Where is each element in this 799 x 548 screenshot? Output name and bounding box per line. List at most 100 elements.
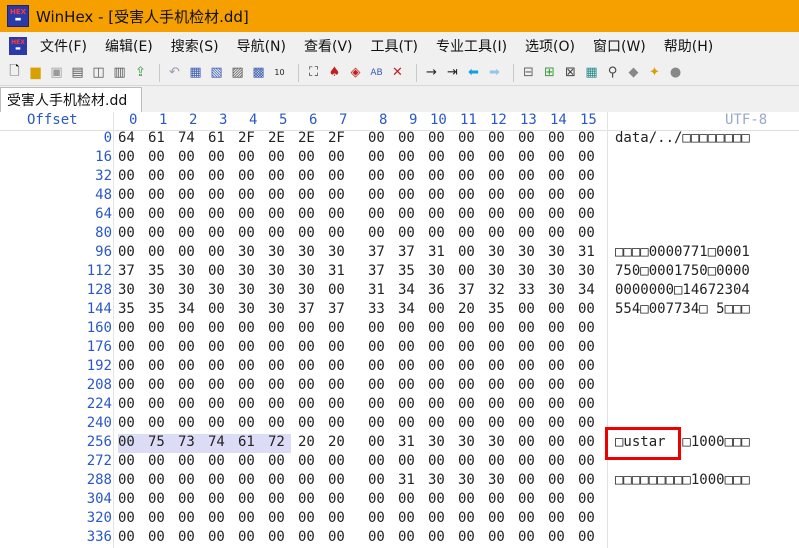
hex-row[interactable]: 48 00 00 00 00 00 00 00 00 00 00 00 00 00 00 00 00 [0,187,799,206]
hex-byte[interactable]: 31 [398,472,415,488]
hex-row[interactable]: 128 30 30 30 30 30 30 30 00 31 34 36 37 32 33 30 34 00000… [0,282,799,301]
hex-byte[interactable]: 31 [578,244,595,260]
hex-byte[interactable]: 00 [548,434,565,450]
hex-byte[interactable]: 00 [178,187,195,203]
hex-byte[interactable]: 30 [328,244,345,260]
hex-search-icon[interactable]: ✕ [389,64,406,81]
hex-byte[interactable]: 30 [268,244,285,260]
winhex-app-icon[interactable]: HEX ▬ [7,5,29,27]
hex-byte[interactable]: 00 [578,510,595,526]
hex-byte[interactable]: 00 [368,415,385,431]
hex-byte[interactable]: 00 [458,206,475,222]
hex-byte[interactable]: 00 [368,149,385,165]
hex-byte[interactable]: 35 [488,301,505,317]
hex-row[interactable]: 16 00 00 00 00 00 00 00 00 00 00 00 00 00 00 00 00 [0,149,799,168]
hex-byte[interactable]: 00 [328,491,345,507]
hex-byte[interactable]: 00 [548,472,565,488]
hex-byte[interactable]: 00 [548,415,565,431]
hex-byte[interactable]: 00 [208,168,225,184]
menu-file[interactable]: 文件(F) [31,36,96,56]
hex-byte[interactable]: 00 [458,187,475,203]
goto-sector-icon[interactable]: ⇥ [444,64,461,81]
hex-byte[interactable]: 32 [488,282,505,298]
hex-byte[interactable]: 00 [178,320,195,336]
hex-row[interactable]: 336 00 00 00 00 00 00 00 00 00 00 00 00 00 00 00 00 [0,529,799,548]
hex-row[interactable]: 320 00 00 00 00 00 00 00 00 00 00 00 00 00 00 00 00 [0,510,799,529]
hex-byte[interactable]: 30 [488,263,505,279]
hex-byte[interactable]: 30 [238,244,255,260]
hex-byte[interactable]: 00 [458,149,475,165]
hex-byte[interactable]: 00 [488,320,505,336]
hex-byte[interactable]: 00 [118,472,135,488]
hex-byte[interactable]: 20 [458,301,475,317]
hex-byte[interactable]: 00 [398,453,415,469]
hex-byte[interactable]: 34 [398,282,415,298]
disk-tool-icon[interactable]: ⊠ [562,64,579,81]
hex-byte[interactable]: 00 [208,377,225,393]
find-text-icon[interactable]: ⛶ [305,64,322,81]
hex-byte[interactable]: 00 [578,130,595,146]
hex-byte[interactable]: 00 [518,415,535,431]
hex-byte[interactable]: 00 [368,377,385,393]
print-icon[interactable]: ▤ [69,64,86,81]
hex-byte[interactable]: 00 [208,301,225,317]
hex-byte[interactable]: 00 [208,206,225,222]
hex-byte[interactable]: 00 [328,149,345,165]
hex-byte[interactable]: 30 [238,282,255,298]
hex-byte[interactable]: 00 [298,491,315,507]
hex-byte[interactable]: 00 [208,244,225,260]
hex-byte[interactable]: 00 [488,206,505,222]
new-file-icon[interactable]: 🗋 [6,64,23,81]
hex-byte[interactable]: 30 [238,301,255,317]
replace-hex-icon[interactable]: AB [368,64,385,81]
hex-byte[interactable]: 00 [398,491,415,507]
hex-byte[interactable]: 00 [178,529,195,545]
hex-byte[interactable]: 30 [428,263,445,279]
hex-byte[interactable]: 00 [178,339,195,355]
hex-byte[interactable]: 00 [328,472,345,488]
hex-byte[interactable]: 00 [518,301,535,317]
hex-byte[interactable]: 00 [368,168,385,184]
text-column[interactable]: □□□□□□□□□1000□□□ [615,472,750,488]
hex-byte[interactable]: 00 [368,453,385,469]
hex-byte[interactable]: 00 [548,339,565,355]
hex-byte[interactable]: 00 [398,510,415,526]
hex-byte[interactable]: 00 [118,168,135,184]
hex-byte[interactable]: 00 [488,510,505,526]
hex-byte[interactable]: 00 [488,396,505,412]
hex-byte[interactable]: 00 [368,339,385,355]
hex-byte[interactable]: 00 [398,415,415,431]
hex-byte[interactable]: 00 [428,187,445,203]
hex-row[interactable]: 112 37 35 30 00 30 30 30 31 37 35 30 00 30 30 30 30 750□0… [0,263,799,282]
hex-byte[interactable]: 00 [268,358,285,374]
hex-byte[interactable]: 00 [178,358,195,374]
hex-byte[interactable]: 00 [118,377,135,393]
hex-byte[interactable]: 00 [458,244,475,260]
find-hex-icon[interactable]: ♠ [326,64,343,81]
hex-byte[interactable]: 00 [118,244,135,260]
hex-byte[interactable]: 00 [178,396,195,412]
hex-byte[interactable]: 00 [238,377,255,393]
cut-icon[interactable]: ▦ [187,64,204,81]
hex-byte[interactable]: 00 [428,453,445,469]
hex-byte[interactable]: 00 [328,396,345,412]
hex-byte[interactable]: 00 [328,453,345,469]
hex-byte[interactable]: 30 [178,263,195,279]
hex-byte[interactable]: 74 [178,130,195,146]
hex-byte[interactable]: 00 [548,225,565,241]
hex-byte[interactable]: 61 [148,130,165,146]
hex-byte[interactable]: 00 [178,168,195,184]
hex-byte[interactable]: 00 [298,206,315,222]
hex-byte[interactable]: 00 [268,168,285,184]
hex-byte[interactable]: 00 [428,301,445,317]
hex-byte[interactable]: 00 [208,358,225,374]
hex-byte[interactable]: 00 [398,168,415,184]
hex-byte[interactable]: 00 [428,529,445,545]
hex-byte[interactable]: 00 [428,377,445,393]
hex-byte[interactable]: 00 [148,320,165,336]
hex-row[interactable]: 176 00 00 00 00 00 00 00 00 00 00 00 00 00 00 00 00 [0,339,799,358]
hex-byte[interactable]: 00 [518,491,535,507]
hex-byte[interactable]: 00 [238,472,255,488]
hex-byte[interactable]: 00 [178,453,195,469]
hex-byte[interactable]: 00 [458,358,475,374]
